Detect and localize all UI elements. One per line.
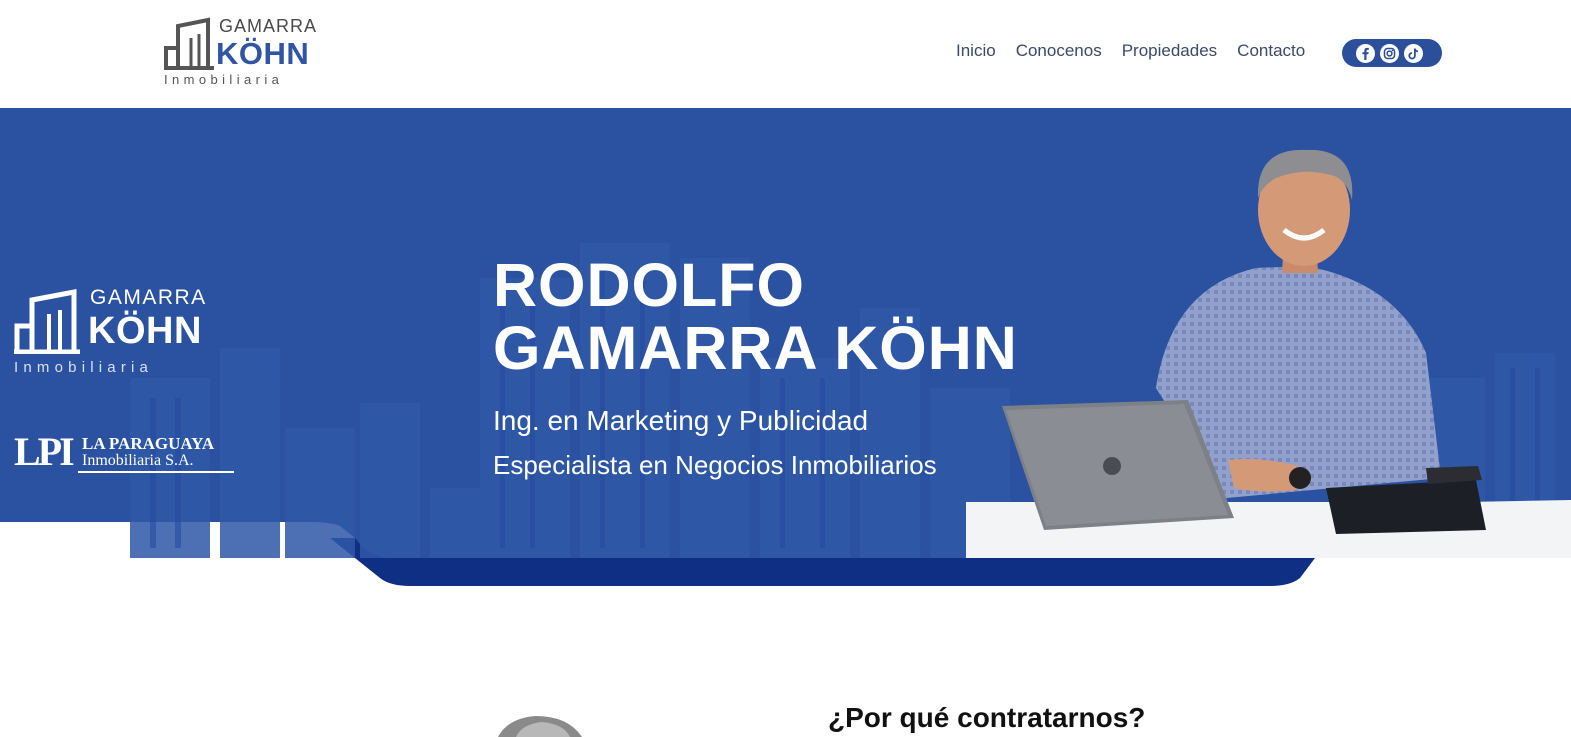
partner-line2: Inmobiliaria S.A.: [82, 452, 194, 469]
brand-top: GAMARRA: [219, 16, 318, 36]
brand-logo[interactable]: GAMARRA KÖHN Inmobiliaria: [164, 16, 324, 92]
brand-main: KÖHN: [216, 36, 310, 71]
hero-title: RODOLFO GAMARRA KÖHN: [493, 254, 1018, 380]
partner-line1: LA PARAGUAYA: [82, 434, 215, 453]
hero-brand-top: GAMARRA: [90, 286, 207, 309]
brand-sub: Inmobiliaria: [164, 72, 284, 87]
nav-contacto[interactable]: Contacto: [1237, 40, 1305, 64]
hero-brand-sub: Inmobiliaria: [14, 359, 154, 376]
site-header: GAMARRA KÖHN Inmobiliaria Inicio Conocen…: [0, 0, 1571, 108]
building-icon: [14, 288, 80, 354]
hero-person-photo: [966, 149, 1571, 558]
building-icon: [164, 17, 214, 70]
hero-title-line2: GAMARRA KÖHN: [493, 314, 1018, 382]
section-portrait-photo: [498, 716, 582, 737]
partner-logo: LPI LA PARAGUAYA Inmobiliaria S.A.: [14, 429, 234, 474]
partner-rule: [78, 471, 234, 473]
nav-propiedades[interactable]: Propiedades: [1122, 40, 1217, 64]
hero-subtitle-profession: Ing. en Marketing y Publicidad: [493, 405, 869, 436]
nav-inicio[interactable]: Inicio: [956, 40, 996, 64]
main-nav: Inicio Conocenos Propiedades Contacto: [956, 40, 1305, 64]
partner-mark: LPI: [14, 429, 75, 474]
hero-subtitle-specialty: Especialista en Negocios Inmobiliarios: [493, 450, 937, 480]
facebook-icon[interactable]: [1356, 43, 1375, 63]
hero-banner: GAMARRA KÖHN Inmobiliaria LPI LA PARAGUA…: [0, 108, 1571, 590]
hero-title-line1: RODOLFO: [493, 251, 805, 319]
section-title: ¿Por qué contratarnos?: [828, 702, 1146, 733]
nav-conocenos[interactable]: Conocenos: [1016, 40, 1102, 64]
social-links: [1342, 39, 1442, 67]
hero-brand-logo: GAMARRA KÖHN Inmobiliaria: [14, 286, 224, 386]
instagram-icon[interactable]: [1380, 43, 1399, 63]
hero-brand-main: KÖHN: [88, 310, 202, 352]
tiktok-icon[interactable]: [1404, 43, 1423, 63]
